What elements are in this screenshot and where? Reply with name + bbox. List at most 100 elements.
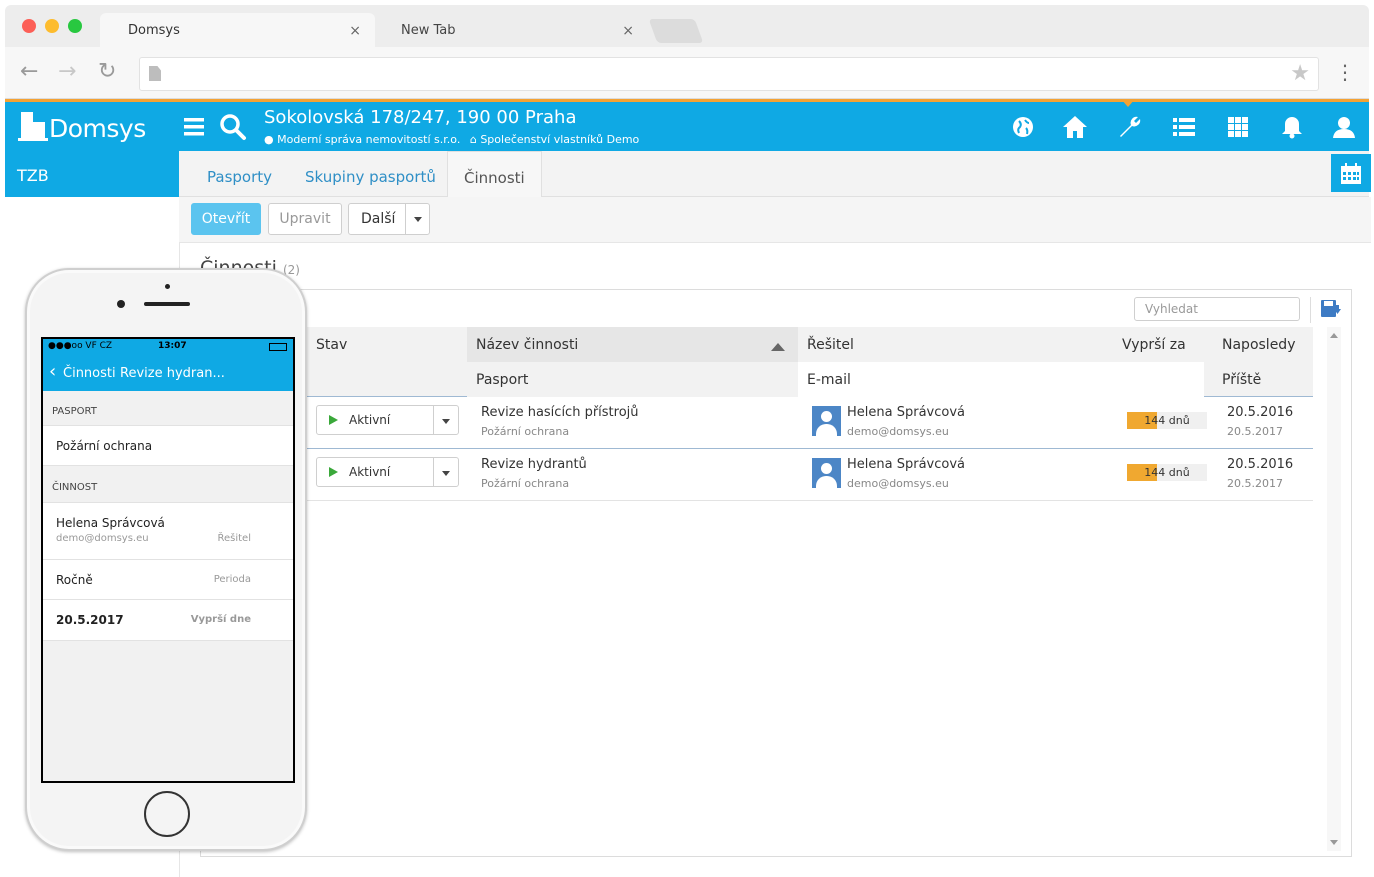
- solver-name: Helena Správcová: [847, 405, 965, 420]
- scroll-down-icon[interactable]: [1330, 840, 1338, 845]
- chevron-down-icon: [414, 217, 422, 222]
- column-header-next[interactable]: Příště: [1222, 372, 1261, 388]
- app-header: Domsys Sokolovská 178/247, 190 00 Praha …: [5, 99, 1369, 151]
- user-icon[interactable]: [1331, 114, 1357, 140]
- column-header-name[interactable]: Název činnosti: [476, 337, 578, 353]
- sensor: [165, 284, 170, 289]
- brand-name[interactable]: Domsys: [49, 114, 146, 143]
- activity-name[interactable]: Revize hasících přístrojů: [481, 405, 639, 420]
- column-header-email[interactable]: E-mail: [807, 372, 851, 388]
- maximize-window-icon[interactable]: [68, 19, 82, 33]
- chevron-down-icon: [442, 419, 450, 424]
- phone-nav-bar: ‹ Činnosti Revize hydran...: [43, 355, 293, 391]
- status-dropdown[interactable]: Aktivní: [316, 405, 459, 435]
- list-item[interactable]: 20.5.2017 Vyprší dne: [43, 599, 293, 641]
- front-camera: [117, 300, 125, 308]
- address-bar[interactable]: ★: [139, 57, 1319, 91]
- battery-icon: [269, 343, 287, 351]
- divider: [433, 458, 434, 486]
- close-tab-icon[interactable]: ×: [349, 13, 361, 49]
- next-date: 20.5.2017: [1227, 425, 1283, 438]
- active-indicator: [1121, 99, 1135, 107]
- carrier-label: ●●●oo VF CZ: [48, 341, 113, 351]
- bell-icon[interactable]: [1279, 114, 1305, 140]
- play-icon: [329, 467, 338, 477]
- back-label[interactable]: Činnosti: [63, 366, 116, 381]
- grid-icon[interactable]: [1225, 114, 1251, 140]
- globe-icon[interactable]: [1010, 114, 1036, 140]
- search-icon[interactable]: [219, 113, 247, 141]
- tab-skupiny-pasportu[interactable]: Skupiny pasportů: [305, 151, 436, 197]
- list-item[interactable]: Požární ochrana: [43, 425, 293, 466]
- expiry-progress: 144 dnů: [1127, 412, 1207, 429]
- solver-email: demo@domsys.eu: [847, 477, 949, 490]
- bookmark-star-icon[interactable]: ★: [1290, 61, 1310, 86]
- close-tab-icon[interactable]: ×: [622, 13, 634, 49]
- status-label: Aktivní: [349, 465, 391, 479]
- property-address: Sokolovská 178/247, 190 00 Praha: [264, 107, 577, 128]
- forward-icon[interactable]: →: [58, 60, 76, 84]
- domsys-logo-icon: [18, 112, 48, 141]
- section-header: PASPORT: [52, 406, 97, 417]
- status-dropdown[interactable]: Aktivní: [316, 457, 459, 487]
- next-date: 20.5.2017: [1227, 477, 1283, 490]
- sidebar-item-tzb[interactable]: TZB: [5, 151, 179, 197]
- phone-title: Revize hydran...: [120, 366, 225, 381]
- back-chevron-icon[interactable]: ‹: [49, 361, 56, 382]
- table-row[interactable]: Aktivní Revize hydrantů Požární ochrana …: [305, 449, 1313, 501]
- browser-toolbar: ← → ↻ ★ ⋮: [5, 47, 1369, 99]
- more-button-label: Další: [361, 211, 396, 227]
- menu-dots-icon[interactable]: ⋮: [1335, 60, 1355, 84]
- edit-button[interactable]: Upravit: [268, 203, 342, 235]
- tab-new-tab[interactable]: New Tab ×: [373, 13, 648, 47]
- earpiece: [144, 302, 190, 306]
- list-item[interactable]: Helena Správcová demo@domsys.eu Řešitel: [43, 502, 293, 560]
- passport-value: Požární ochrana: [56, 439, 153, 453]
- expiry-progress: 144 dnů: [1127, 464, 1207, 481]
- column-header-status[interactable]: Stav: [316, 337, 347, 353]
- section-tabs: Pasporty Skupiny pasportů Činnosti: [179, 151, 1369, 198]
- list-icon[interactable]: [1171, 114, 1197, 140]
- calendar-button[interactable]: [1331, 154, 1371, 192]
- column-header-solver[interactable]: Řešitel: [807, 337, 854, 353]
- solver-email: demo@domsys.eu: [847, 425, 949, 438]
- phone-status-bar: ●●●oo VF CZ 13:07: [43, 339, 293, 355]
- solver-email: demo@domsys.eu: [56, 533, 149, 544]
- association-name[interactable]: Společenství vlastníků Demo: [480, 133, 639, 146]
- expiry-label: 144 dnů: [1144, 414, 1190, 427]
- minimize-window-icon[interactable]: [45, 19, 59, 33]
- play-icon: [329, 415, 338, 425]
- divider: [433, 406, 434, 434]
- sort-ascending-icon[interactable]: [771, 343, 785, 351]
- column-header-passport[interactable]: Pasport: [476, 372, 528, 388]
- table-row[interactable]: Aktivní Revize hasících přístrojů Požárn…: [305, 397, 1313, 449]
- activity-passport: Požární ochrana: [481, 477, 570, 490]
- section-header: ČINNOST: [52, 482, 98, 493]
- more-button[interactable]: Další: [348, 203, 430, 235]
- scrollbar[interactable]: [1327, 327, 1341, 851]
- search-input[interactable]: Vyhledat: [1134, 297, 1300, 321]
- divider: [1310, 297, 1311, 323]
- activity-name[interactable]: Revize hydrantů: [481, 457, 587, 472]
- close-window-icon[interactable]: [22, 19, 36, 33]
- tab-cinnosti[interactable]: Činnosti: [447, 151, 542, 198]
- column-header-last[interactable]: Naposledy: [1222, 337, 1295, 353]
- list-item[interactable]: Ročně Perioda: [43, 559, 293, 600]
- company-name[interactable]: Moderní správa nemovitostí s.r.o.: [277, 133, 460, 146]
- back-icon[interactable]: ←: [20, 60, 38, 84]
- sidebar-item-label: TZB: [17, 166, 49, 185]
- home-icon[interactable]: [1062, 114, 1088, 140]
- new-tab-button[interactable]: [648, 19, 704, 43]
- save-export-icon[interactable]: [1320, 299, 1342, 321]
- open-button[interactable]: Otevřít: [191, 203, 261, 235]
- scroll-up-icon[interactable]: [1330, 333, 1338, 338]
- wrench-icon[interactable]: [1117, 114, 1143, 140]
- tab-label: New Tab: [401, 23, 456, 38]
- tab-pasporty[interactable]: Pasporty: [207, 151, 272, 197]
- avatar: [812, 406, 841, 436]
- menu-icon[interactable]: [184, 117, 206, 137]
- home-button[interactable]: [144, 791, 190, 837]
- reload-icon[interactable]: ↻: [98, 60, 116, 84]
- tab-domsys[interactable]: Domsys ×: [100, 13, 375, 47]
- column-header-expires[interactable]: Vyprší za: [1122, 337, 1186, 353]
